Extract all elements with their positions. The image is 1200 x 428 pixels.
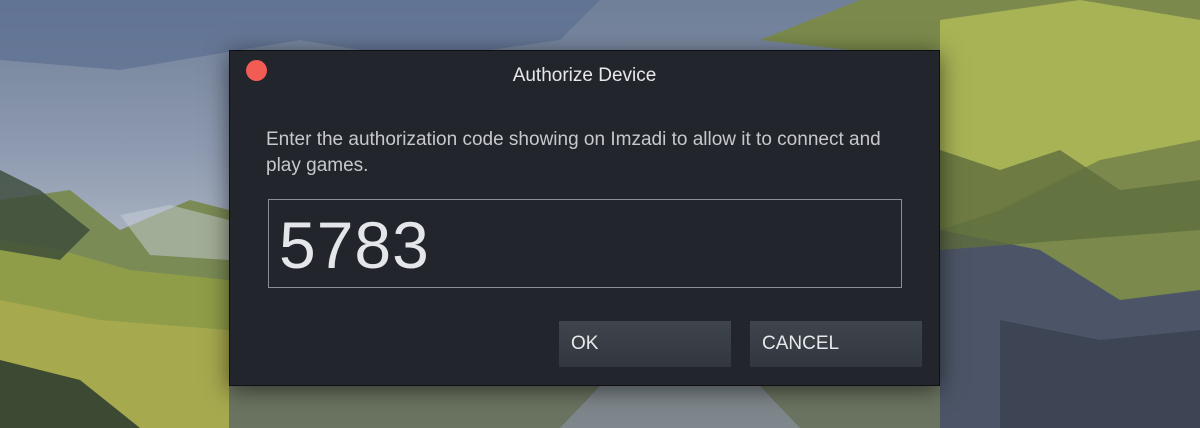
cancel-button[interactable]: CANCEL (750, 321, 922, 367)
authorization-code-value: 5783 (279, 208, 430, 282)
dialog-message: Enter the authorization code showing on … (266, 129, 881, 176)
ok-button[interactable]: OK (559, 321, 731, 367)
authorization-code-field[interactable]: 5783 (268, 199, 902, 288)
authorize-device-dialog: Authorize Device Enter the authorization… (229, 50, 940, 386)
dialog-title: Authorize Device (512, 65, 657, 86)
